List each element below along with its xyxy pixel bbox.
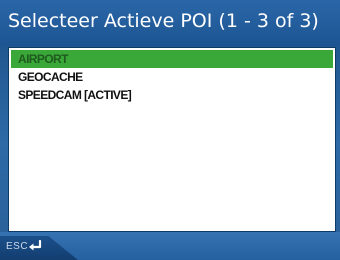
poi-item-airport[interactable]: AIRPORT	[11, 50, 333, 68]
poi-item-speedcam[interactable]: SPEEDCAM [ACTIVE]	[9, 86, 335, 104]
page-title: Selecteer Actieve POI (1 - 3 of 3)	[8, 10, 319, 32]
enter-arrow-icon	[29, 239, 42, 251]
poi-item-geocache[interactable]: GEOCACHE	[9, 68, 335, 86]
title-bar: Selecteer Actieve POI (1 - 3 of 3)	[0, 0, 340, 46]
esc-label: ESC	[6, 241, 29, 252]
poi-selection-screen: Selecteer Actieve POI (1 - 3 of 3) AIRPO…	[0, 0, 340, 260]
poi-list: AIRPORT GEOCACHE SPEEDCAM [ACTIVE]	[8, 47, 336, 232]
